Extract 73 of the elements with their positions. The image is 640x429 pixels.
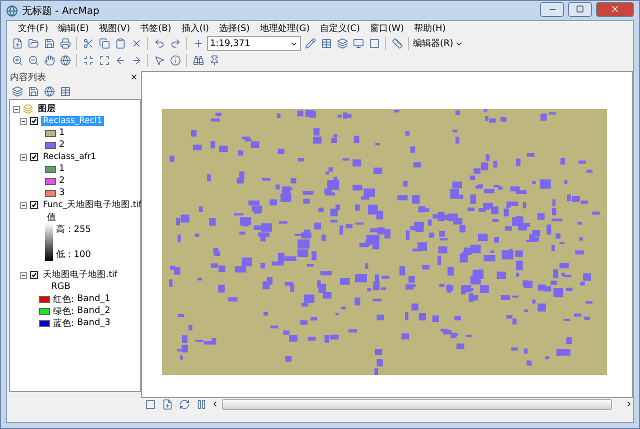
find-binoculars-icon[interactable] <box>191 54 205 68</box>
layer-name[interactable]: Reclass_afr1 <box>41 152 98 162</box>
scroll-left-icon[interactable] <box>211 400 219 408</box>
menu-item[interactable]: 自定义(C) <box>314 22 366 34</box>
legend-label: 绿色: <box>53 306 74 318</box>
legend-label: 红色: <box>53 294 74 306</box>
pan-hand-icon[interactable] <box>42 54 56 68</box>
refresh-icon[interactable] <box>177 397 191 411</box>
legend-label: 2 <box>59 176 65 186</box>
minimize-button[interactable] <box>540 2 564 16</box>
layer-checkbox[interactable] <box>30 117 38 125</box>
panel-title: 内容列表 <box>10 72 46 84</box>
layer-checkbox[interactable] <box>30 201 38 209</box>
map-view[interactable] <box>141 71 633 398</box>
collapse-icon[interactable] <box>13 106 20 112</box>
copy-icon[interactable] <box>97 36 111 50</box>
menu-item[interactable]: 视图(V) <box>94 22 136 34</box>
globe-icon[interactable] <box>58 54 72 68</box>
maximize-icon <box>576 5 584 13</box>
print-icon[interactable] <box>58 36 72 50</box>
close-button[interactable] <box>596 2 634 16</box>
grayscale-ramp <box>45 223 53 261</box>
window-icon[interactable] <box>367 36 381 50</box>
layer-checkbox[interactable] <box>30 271 38 279</box>
menu-item[interactable]: 文件(F) <box>13 22 54 34</box>
layer-name[interactable]: Func_天地图电子地图.tif <box>41 199 144 211</box>
identify-icon[interactable] <box>168 54 182 68</box>
collapse-icon[interactable] <box>20 202 27 208</box>
legend-label: 2 <box>59 140 65 150</box>
open-folder-icon[interactable] <box>26 36 40 50</box>
legend-label: 低 : 100 <box>56 249 91 261</box>
legend-label: 蓝色: <box>53 318 74 330</box>
layers-icon <box>23 104 33 114</box>
window-title: 无标题 - ArcMap <box>22 4 100 18</box>
collapse-icon[interactable] <box>20 154 27 160</box>
close-icon <box>610 4 620 14</box>
collapse-icon[interactable] <box>20 118 27 124</box>
legend-label: 高 : 255 <box>56 224 91 236</box>
menu-item[interactable]: 编辑(E) <box>53 22 94 34</box>
scroll-right-icon[interactable] <box>625 400 633 408</box>
horizontal-scrollbar[interactable] <box>222 398 612 410</box>
menu-item[interactable]: 地理处理(G) <box>254 22 315 34</box>
menu-item[interactable]: 选择(S) <box>214 22 255 34</box>
scale-field[interactable]: 1:19,371 <box>207 36 301 51</box>
legend-label: 1 <box>59 164 65 174</box>
layer-group-name[interactable]: 图层 <box>36 103 58 115</box>
legend-label: Band_1 <box>77 294 110 304</box>
menu-item[interactable]: 书签(B) <box>135 22 176 34</box>
ruler-icon[interactable] <box>390 36 404 50</box>
legend-label: Band_2 <box>77 306 110 316</box>
pencil-icon[interactable] <box>303 36 317 50</box>
zoom-out-icon[interactable] <box>26 54 40 68</box>
layer-checkbox[interactable] <box>30 153 38 161</box>
legend-label: 3 <box>59 188 65 198</box>
save-icon[interactable] <box>42 36 56 50</box>
legend-heading: RGB <box>51 282 70 292</box>
layers-icon[interactable] <box>335 36 349 50</box>
layer-name[interactable]: 天地图电子地图.tif <box>41 269 120 281</box>
app-globe-icon <box>6 4 18 16</box>
legend-heading: 值 <box>47 212 56 224</box>
close-icon[interactable] <box>130 73 138 81</box>
legend-label: Band_3 <box>77 318 110 328</box>
monitor-icon[interactable] <box>351 36 365 50</box>
menu-item[interactable]: 插入(I) <box>176 22 214 34</box>
zoom-in-icon[interactable] <box>10 54 24 68</box>
table-icon[interactable] <box>319 36 333 50</box>
editor-menu[interactable]: 编辑器(R) <box>413 37 454 50</box>
menu-item[interactable]: 帮助(H) <box>408 22 451 34</box>
menu-item[interactable]: 窗口(W) <box>365 22 409 34</box>
collapse-icon[interactable] <box>20 272 27 278</box>
legend-label: 1 <box>59 128 65 138</box>
cut-icon[interactable] <box>81 36 95 50</box>
maximize-button[interactable] <box>568 2 592 16</box>
